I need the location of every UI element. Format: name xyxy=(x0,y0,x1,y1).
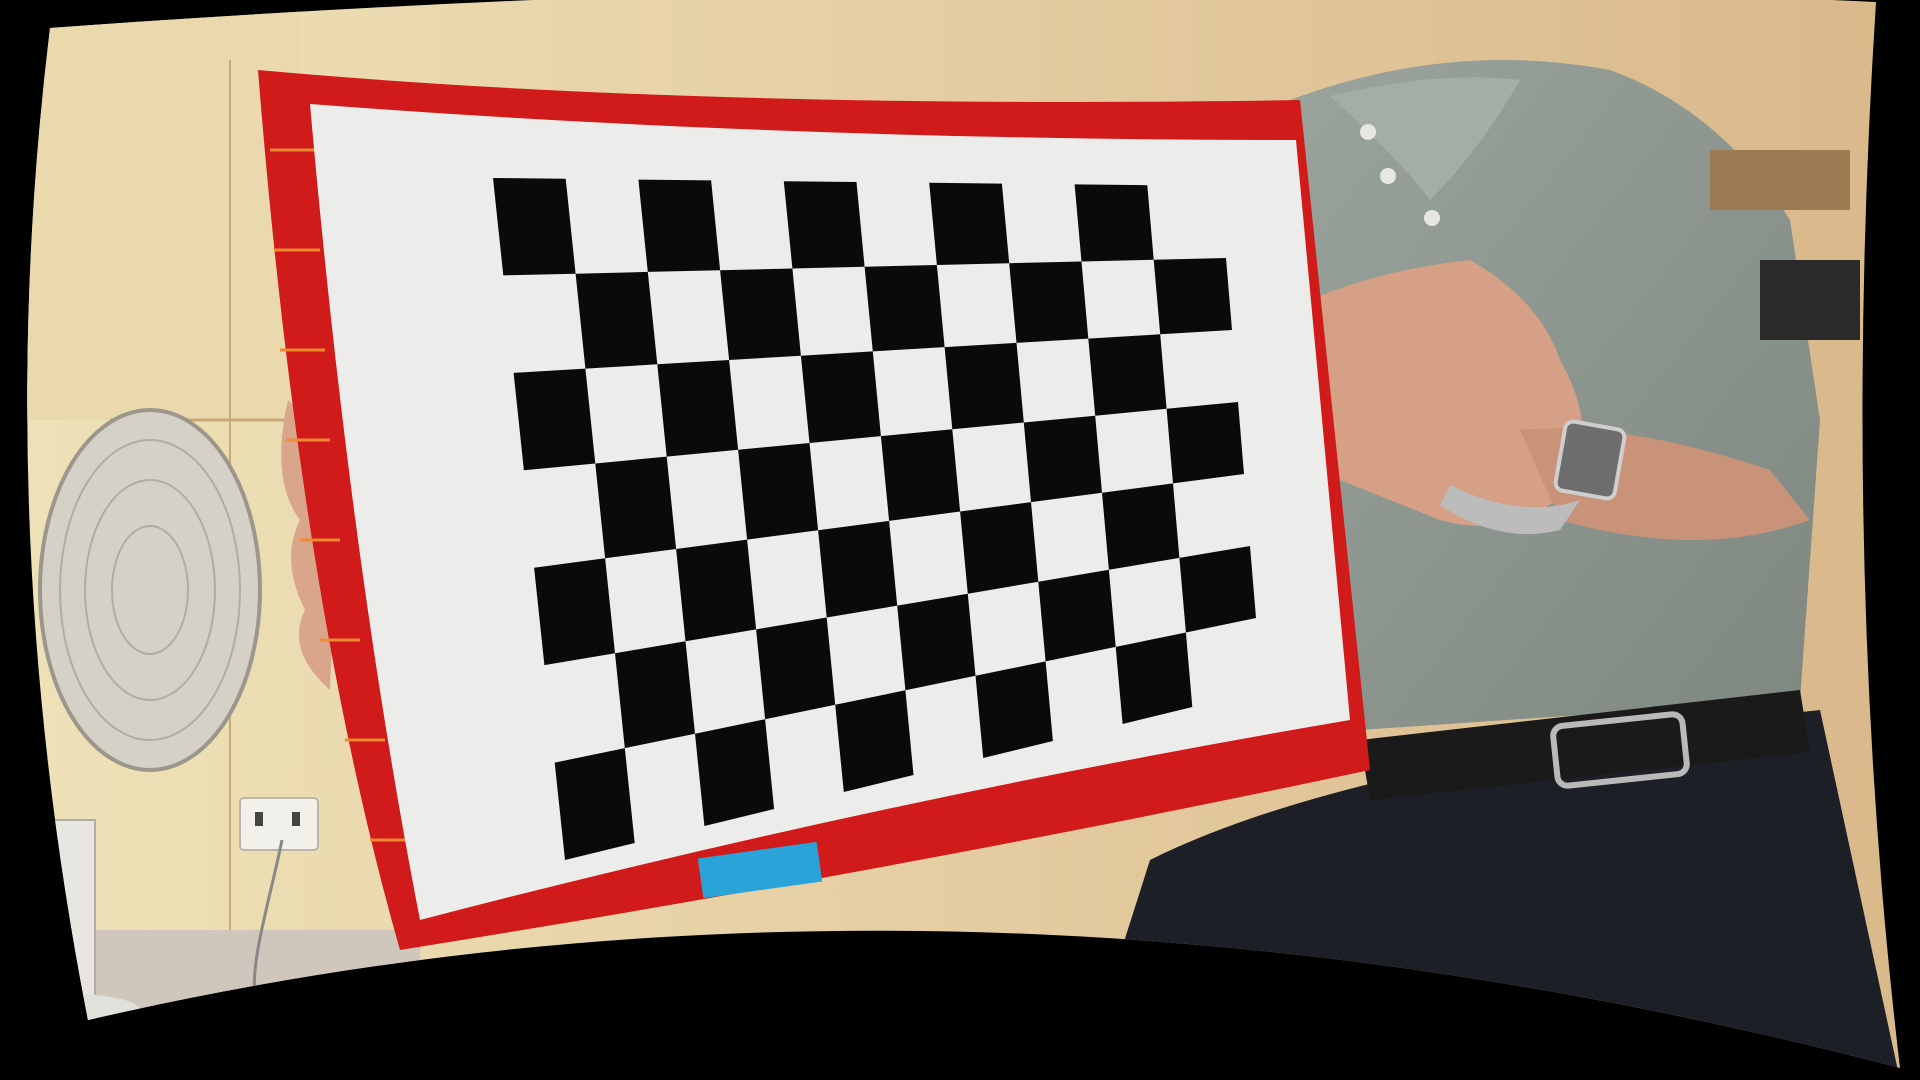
checker-square xyxy=(818,520,898,618)
checker-square xyxy=(676,539,757,642)
checker-square xyxy=(615,641,695,749)
shirt-button xyxy=(1424,210,1440,226)
photo-content xyxy=(27,0,1900,1069)
checker-square xyxy=(1088,334,1167,416)
checker-square xyxy=(1102,483,1180,570)
checker-square xyxy=(960,502,1039,594)
checker-square xyxy=(1153,258,1232,335)
chair-back xyxy=(1710,150,1850,210)
checker-square xyxy=(929,182,1010,265)
checker-square xyxy=(595,456,677,559)
checker-square xyxy=(1179,546,1256,633)
checker-square xyxy=(695,719,775,826)
checker-square xyxy=(800,351,881,443)
shirt-button xyxy=(1380,168,1396,184)
outlet-slot xyxy=(292,812,300,826)
checker-square xyxy=(554,748,635,860)
shirt-button xyxy=(1360,124,1376,140)
checker-square xyxy=(513,368,596,471)
checker-square xyxy=(756,617,836,720)
checker-square xyxy=(657,360,739,457)
checker-square xyxy=(975,661,1053,758)
checker-square xyxy=(880,429,961,521)
checker-square xyxy=(1038,569,1116,662)
calibration-photo xyxy=(0,0,1920,1080)
checker-square xyxy=(897,593,976,691)
checker-square xyxy=(864,265,945,352)
chair-dark xyxy=(1760,260,1860,340)
checker-square xyxy=(1166,402,1244,484)
checker-square xyxy=(944,342,1024,430)
outlet-slot xyxy=(255,812,263,826)
checker-square xyxy=(835,690,914,792)
checker-square xyxy=(1009,261,1089,343)
checker-square xyxy=(638,179,721,272)
checker-square xyxy=(1074,184,1154,262)
checker-square xyxy=(738,443,819,540)
power-outlet xyxy=(239,797,319,851)
checker-square xyxy=(1023,415,1102,503)
checker-square xyxy=(720,268,801,360)
checker-square xyxy=(575,271,658,369)
checker-square xyxy=(783,181,865,269)
checker-square xyxy=(534,558,615,666)
checker-square xyxy=(493,178,576,276)
wristwatch xyxy=(1553,419,1627,501)
